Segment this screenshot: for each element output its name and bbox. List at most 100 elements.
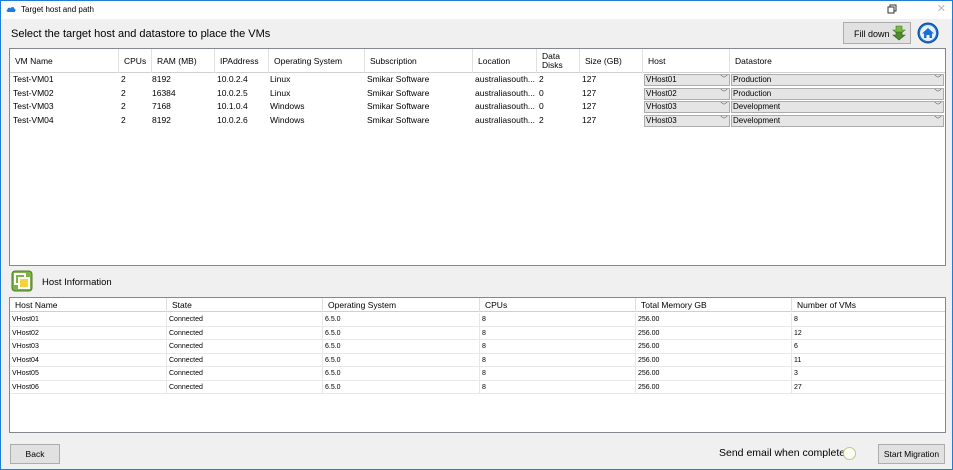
column-header-total-memory[interactable]: Total Memory GB xyxy=(636,298,792,312)
table-row[interactable]: VHost04 Connected 6.5.0 8 256.00 11 xyxy=(10,353,945,367)
cpus-cell: 8 xyxy=(480,380,636,394)
host-dropdown-value: VHost01 xyxy=(646,75,677,84)
cpus-cell: 8 xyxy=(480,367,636,380)
column-header-subscription[interactable]: Subscription xyxy=(365,49,473,73)
memory-cell: 256.00 xyxy=(636,326,792,340)
state-cell: Connected xyxy=(167,313,323,326)
datastore-dropdown[interactable]: Production ﹀ xyxy=(731,74,944,86)
vmware-icon xyxy=(11,270,33,292)
location-cell: australiasouth... xyxy=(475,74,536,84)
column-header-number-of-vms[interactable]: Number of VMs xyxy=(792,298,945,312)
column-header-size[interactable]: Size (GB) xyxy=(580,49,643,73)
table-row[interactable]: Test-VM04 2 8192 10.0.2.6 Windows Smikar… xyxy=(10,114,945,128)
table-row[interactable]: VHost01 Connected 6.5.0 8 256.00 8 xyxy=(10,313,945,327)
table-row[interactable]: VHost06 Connected 6.5.0 8 256.00 27 xyxy=(10,380,945,394)
state-cell: Connected xyxy=(167,340,323,353)
vms-cell: 11 xyxy=(794,356,802,364)
host-table: Host Name State Operating System CPUs To… xyxy=(9,297,946,433)
table-row[interactable]: VHost02 Connected 6.5.0 8 256.00 12 xyxy=(10,326,945,340)
host-information-label: Host Information xyxy=(42,277,112,288)
size-cell: 127 xyxy=(582,114,597,125)
datastore-dropdown[interactable]: Development ﹀ xyxy=(731,114,944,127)
memory-cell: 256.00 xyxy=(636,340,792,353)
disks-cell: 2 xyxy=(539,114,544,125)
host-name-cell: VHost02 xyxy=(10,326,167,340)
datastore-dropdown[interactable]: Development ﹀ xyxy=(731,101,944,113)
os-cell: Linux xyxy=(270,74,291,84)
cpus-cell: 2 xyxy=(121,74,126,84)
chevron-down-icon: ﹀ xyxy=(934,89,942,97)
title-bar: Target host and path ✕ xyxy=(1,1,952,19)
host-name-cell: VHost06 xyxy=(10,380,167,394)
datastore-dropdown-value: Production xyxy=(733,88,772,98)
host-name-cell: VHost01 xyxy=(10,313,167,326)
table-row[interactable]: Test-VM02 2 16384 10.0.2.5 Linux Smikar … xyxy=(10,87,945,101)
ip-cell: 10.0.2.4 xyxy=(217,74,248,84)
host-name-cell: VHost05 xyxy=(10,367,167,380)
datastore-dropdown-value: Development xyxy=(733,115,781,125)
column-header-datastore[interactable]: Datastore xyxy=(730,49,945,73)
size-cell: 127 xyxy=(582,87,597,98)
state-cell: Connected xyxy=(167,367,323,380)
ip-cell: 10.0.2.6 xyxy=(217,114,248,125)
os-cell: Windows xyxy=(270,114,305,125)
chevron-down-icon: ﹀ xyxy=(934,103,942,110)
os-cell: 6.5.0 xyxy=(323,353,480,367)
column-header-ipaddress[interactable]: IPAddress xyxy=(215,49,269,73)
table-row[interactable]: Test-VM01 2 8192 10.0.2.4 Linux Smikar S… xyxy=(10,73,945,87)
column-header-data-disks[interactable]: Data Disks xyxy=(537,49,580,73)
size-cell: 127 xyxy=(582,74,597,84)
vms-cell: 6 xyxy=(794,343,798,350)
column-header-ram[interactable]: RAM (MB) xyxy=(152,49,215,73)
column-header-host-name[interactable]: Host Name xyxy=(10,298,167,312)
restore-window-icon[interactable] xyxy=(887,4,897,14)
vm-table-header: VM Name CPUs RAM (MB) IPAddress Operatin… xyxy=(10,49,945,73)
host-dropdown[interactable]: VHost02 ﹀ xyxy=(644,87,730,100)
send-email-toggle[interactable] xyxy=(843,447,856,460)
migration-window: Target host and path ✕ Select the target… xyxy=(0,0,953,470)
location-cell: australiasouth... xyxy=(475,101,536,111)
fill-down-label: Fill down xyxy=(854,29,890,39)
host-dropdown[interactable]: VHost01 ﹀ xyxy=(644,74,730,86)
location-cell: australiasouth... xyxy=(475,87,536,98)
cloud-icon xyxy=(6,7,16,12)
close-icon[interactable]: ✕ xyxy=(937,2,946,15)
vm-name-cell: Test-VM02 xyxy=(13,87,54,98)
start-migration-button[interactable]: Start Migration xyxy=(878,444,945,464)
memory-cell: 256.00 xyxy=(636,367,792,380)
table-row[interactable]: VHost03 Connected 6.5.0 8 256.00 6 xyxy=(10,340,945,354)
host-dropdown-value: VHost03 xyxy=(646,102,677,111)
datastore-dropdown[interactable]: Production ﹀ xyxy=(731,87,944,100)
column-header-state[interactable]: State xyxy=(167,298,323,312)
column-header-operating-system[interactable]: Operating System xyxy=(323,298,480,312)
ram-cell: 8192 xyxy=(152,74,171,84)
cpus-cell: 8 xyxy=(480,340,636,353)
host-dropdown[interactable]: VHost03 ﹀ xyxy=(644,101,730,113)
table-row[interactable]: Test-VM03 2 7168 10.1.0.4 Windows Smikar… xyxy=(10,100,945,114)
home-icon[interactable] xyxy=(917,22,939,44)
cpus-cell: 8 xyxy=(480,313,636,326)
column-header-cpus[interactable]: CPUs xyxy=(480,298,636,312)
ip-cell: 10.1.0.4 xyxy=(217,101,248,111)
column-header-host[interactable]: Host xyxy=(643,49,730,73)
column-header-location[interactable]: Location xyxy=(473,49,537,73)
host-table-header: Host Name State Operating System CPUs To… xyxy=(10,298,945,312)
cpus-cell: 2 xyxy=(121,87,126,98)
column-header-cpus[interactable]: CPUs xyxy=(119,49,152,73)
fill-down-button[interactable]: Fill down xyxy=(843,22,911,44)
column-header-os[interactable]: Operating System xyxy=(269,49,365,73)
state-cell: Connected xyxy=(167,353,323,367)
cpus-cell: 8 xyxy=(480,326,636,340)
size-cell: 127 xyxy=(582,101,597,111)
subscription-cell: Smikar Software xyxy=(367,87,430,98)
memory-cell: 256.00 xyxy=(636,313,792,326)
host-dropdown[interactable]: VHost03 ﹀ xyxy=(644,114,730,127)
back-button[interactable]: Back xyxy=(10,444,60,464)
column-header-vm-name[interactable]: VM Name xyxy=(10,49,119,73)
chevron-down-icon: ﹀ xyxy=(720,76,728,83)
subscription-cell: Smikar Software xyxy=(367,114,430,125)
table-row[interactable]: VHost05 Connected 6.5.0 8 256.00 3 xyxy=(10,367,945,381)
cpus-cell: 2 xyxy=(121,101,126,111)
os-cell: 6.5.0 xyxy=(323,313,480,326)
cpus-cell: 2 xyxy=(121,114,126,125)
